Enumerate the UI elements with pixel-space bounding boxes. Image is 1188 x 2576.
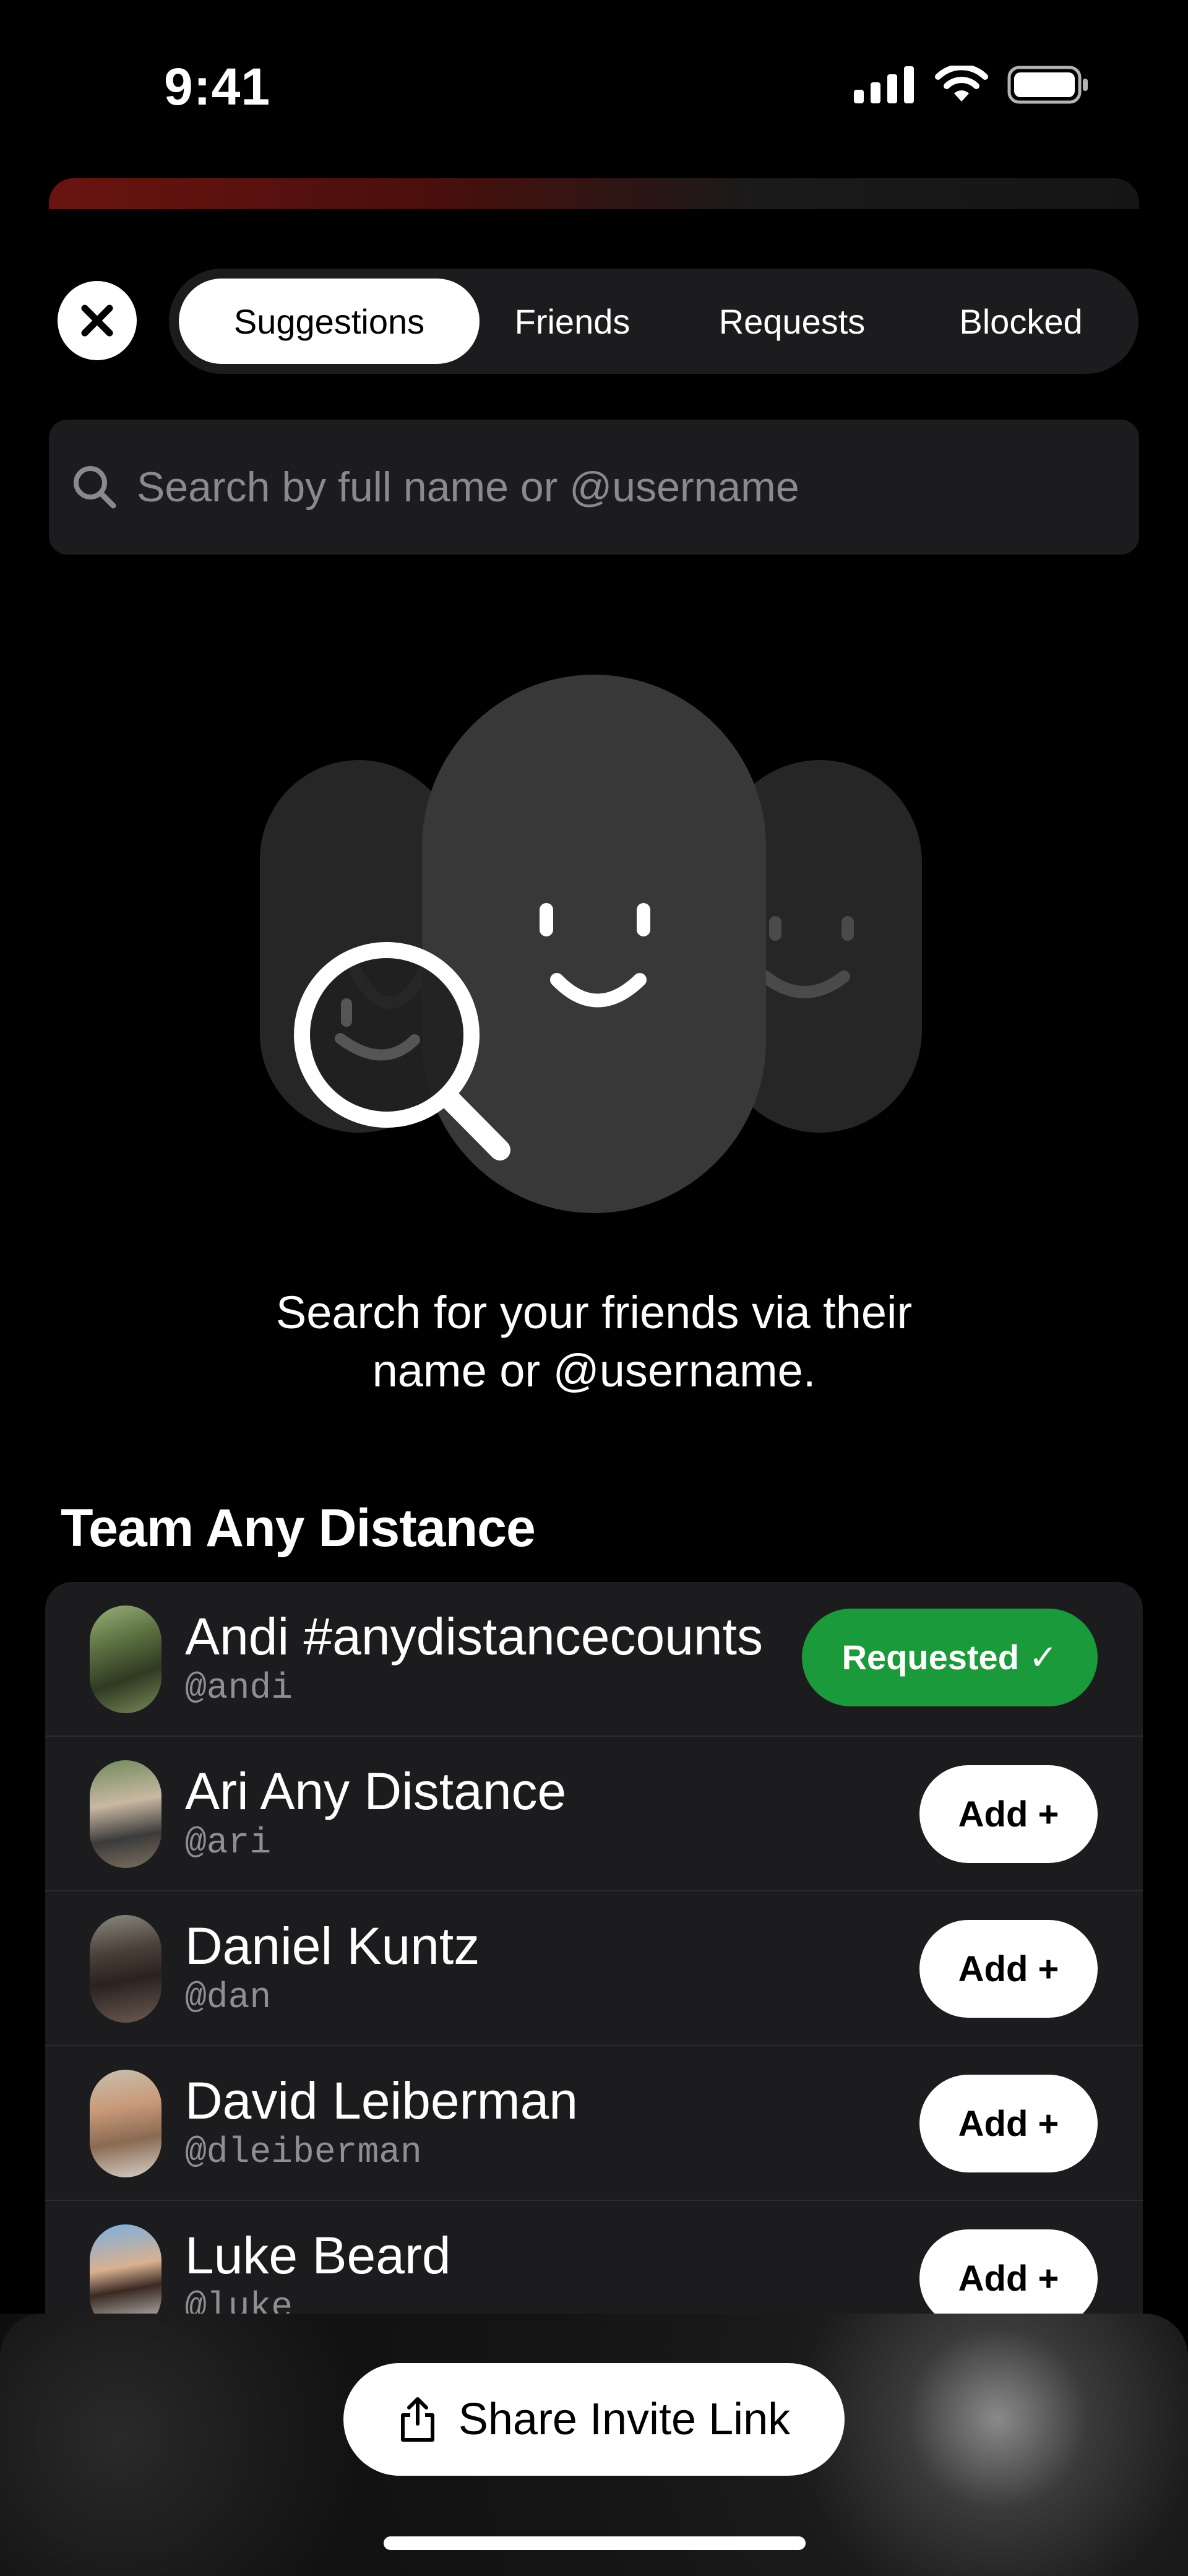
list-item[interactable]: Andi #anydistancecounts @andi Requested … <box>45 1582 1143 1737</box>
tab-requests[interactable]: Requests <box>665 279 919 364</box>
add-friend-button[interactable]: Add + <box>919 2075 1098 2172</box>
avatar <box>90 1760 161 1868</box>
empty-state-message: Search for your friends via their name o… <box>0 1284 1188 1400</box>
list-item[interactable]: Luke Beard @luke Add + <box>45 2201 1143 2319</box>
search-input[interactable] <box>136 462 1064 512</box>
person-name: Andi #anydistancecounts <box>185 1607 763 1666</box>
activity-banner-strip <box>49 178 1139 209</box>
list-item[interactable]: David Leiberman @dleiberman Add + <box>45 2046 1143 2201</box>
person-handle: @andi <box>185 1669 293 1709</box>
person-name: Ari Any Distance <box>185 1762 567 1820</box>
avatar <box>90 1915 161 2023</box>
avatar <box>90 1606 161 1713</box>
person-name: Luke Beard <box>185 2226 451 2284</box>
person-name: David Leiberman <box>185 2072 579 2130</box>
home-indicator <box>384 2536 806 2550</box>
avatar <box>90 2070 161 2177</box>
list-item[interactable]: Ari Any Distance @ari Add + <box>45 1737 1143 1891</box>
empty-state-line-1: Search for your friends via their <box>275 1287 913 1338</box>
share-invite-link-button[interactable]: Share Invite Link <box>343 2363 845 2476</box>
person-handle: @dleiberman <box>185 2133 422 2173</box>
friend-search-illustration <box>260 675 922 1213</box>
status-time: 9:41 <box>164 58 271 116</box>
close-button[interactable] <box>58 281 137 360</box>
close-icon <box>81 305 113 337</box>
tab-friends[interactable]: Friends <box>480 279 665 364</box>
add-friend-button[interactable]: Add + <box>919 1765 1098 1863</box>
person-handle: @dan <box>185 1978 272 2018</box>
add-friend-button[interactable]: Add + <box>919 2229 1098 2319</box>
status-icons <box>854 66 1089 104</box>
battery-icon <box>1007 66 1088 104</box>
empty-state-line-2: name or @username. <box>372 1345 816 1396</box>
search-icon <box>74 466 116 509</box>
friends-tab-bar: Suggestions Friends Requests Blocked <box>169 269 1138 374</box>
section-title: Team Any Distance <box>61 1498 536 1558</box>
search-bar[interactable] <box>49 420 1139 555</box>
add-friend-button[interactable]: Add + <box>919 1920 1098 2018</box>
person-name: Daniel Kuntz <box>185 1917 480 1975</box>
tab-suggestions[interactable]: Suggestions <box>179 279 480 364</box>
wifi-icon <box>935 66 988 102</box>
tab-blocked[interactable]: Blocked <box>919 279 1123 364</box>
requested-button[interactable]: Requested ✓ <box>802 1609 1098 1706</box>
share-icon <box>400 2397 434 2442</box>
list-item[interactable]: Daniel Kuntz @dan Add + <box>45 1891 1143 2046</box>
suggestion-list: Andi #anydistancecounts @andi Requested … <box>45 1582 1143 2319</box>
avatar <box>90 2224 161 2319</box>
share-label: Share Invite Link <box>458 2395 791 2444</box>
cellular-signal-icon <box>854 66 914 103</box>
person-handle: @ari <box>185 1823 272 1864</box>
